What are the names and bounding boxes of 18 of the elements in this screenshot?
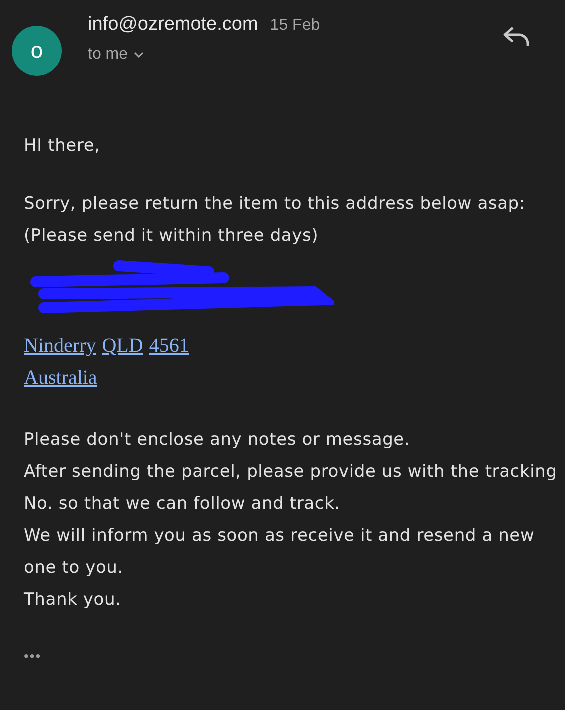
sender-address: info@ozremote.com: [88, 14, 258, 36]
body-paragraph: Thank you.: [24, 589, 122, 612]
greeting-text: HI there,: [24, 135, 102, 158]
chevron-icon: [134, 52, 144, 58]
address-link[interactable]: Ninderry: [24, 330, 96, 362]
email-date: 15 Feb: [270, 17, 320, 35]
body-paragraph: Sorry, please return the item to this address below asap: (Please send it within three days): [24, 193, 526, 248]
reply-button[interactable]: [503, 26, 531, 48]
reply-icon: [503, 26, 531, 48]
body-paragraph: Please don't enclose any notes or message.: [24, 429, 412, 452]
recipient-toggle[interactable]: to me: [88, 46, 144, 64]
show-more-button[interactable]: •••: [24, 648, 42, 664]
address-link[interactable]: Australia: [24, 362, 98, 394]
body-paragraph: We will inform you as soon as receive it and resend a new one to you.: [24, 525, 536, 580]
body-paragraph: After sending the parcel, please provide us with the tracking No. so that we can follow and track.: [24, 461, 558, 516]
sender-avatar: o: [12, 26, 62, 76]
address-link[interactable]: QLD: [102, 330, 144, 362]
address-link[interactable]: 4561: [149, 330, 190, 362]
